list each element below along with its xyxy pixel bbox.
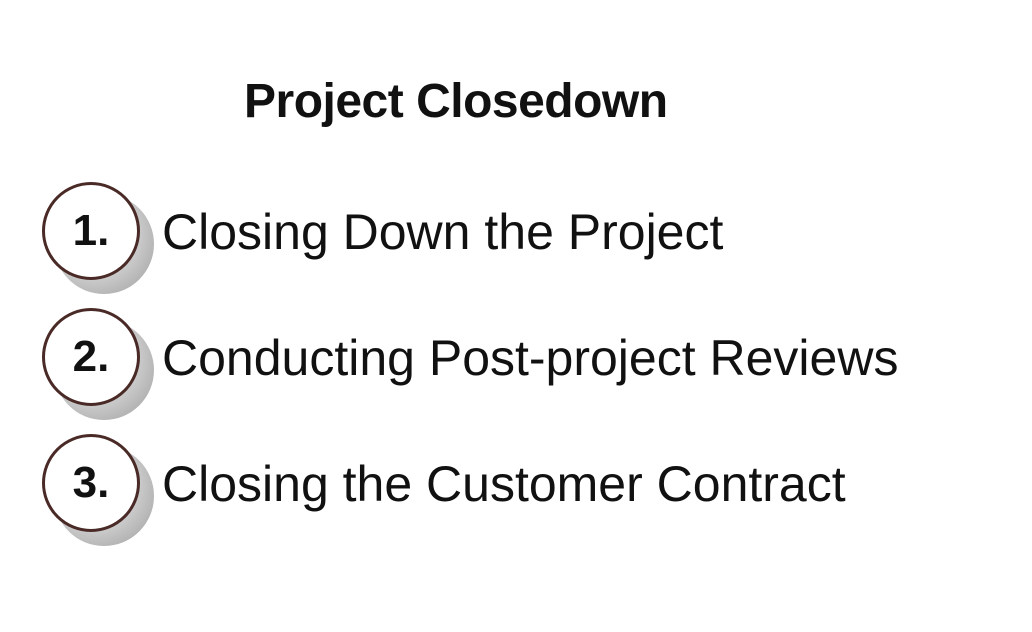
step-item-2: 2. Conducting Post-project Reviews — [40, 306, 1030, 420]
step-number-badge: 3. — [40, 432, 154, 546]
step-number: 3. — [72, 458, 110, 507]
step-list: 1. Closing Down the Project 2. Conductin… — [0, 0, 1032, 632]
step-label: Closing the Customer Contract — [162, 456, 846, 512]
step-number-badge: 2. — [40, 306, 154, 420]
step-item-1: 1. Closing Down the Project — [40, 180, 1030, 294]
step-item-3: 3. Closing the Customer Contract — [40, 432, 1030, 546]
step-label: Conducting Post-project Reviews — [162, 330, 899, 386]
step-number: 1. — [72, 206, 110, 255]
step-number-badge: 1. — [40, 180, 154, 294]
step-label: Closing Down the Project — [162, 204, 724, 260]
step-number: 2. — [72, 332, 110, 381]
